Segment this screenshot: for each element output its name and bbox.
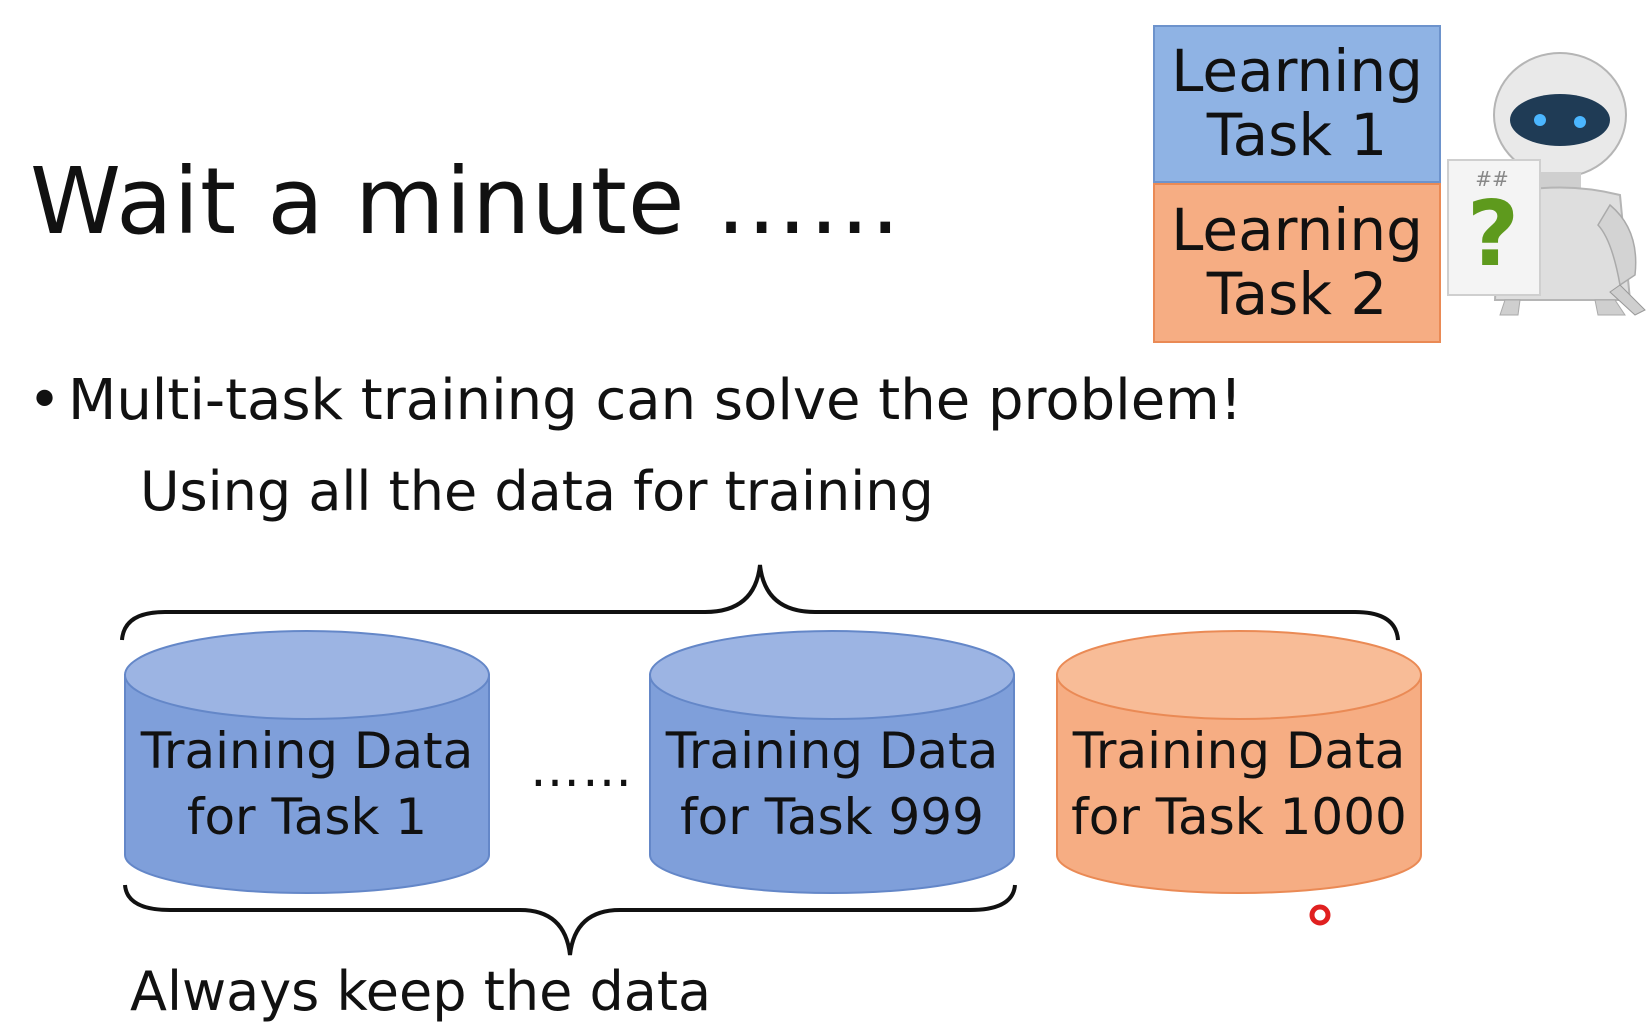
cylinder-1-line2: for Task 1 [186,788,428,846]
cylinder-1000-line1: Training Data [1072,722,1406,780]
bottom-caption: Always keep the data [130,960,712,1023]
cursor-icon [1309,904,1331,926]
ellipsis-text: …… [530,740,634,798]
cylinder-1000-line2: for Task 1000 [1071,788,1407,846]
cylinder-1-label: Training Data for Task 1 [125,718,489,850]
diagram [120,564,1422,956]
cylinder-1000-label: Training Data for Task 1000 [1057,718,1421,850]
cylinder-999-line1: Training Data [665,722,999,780]
cylinder-999-line2: for Task 999 [680,788,984,846]
cylinder-999-label: Training Data for Task 999 [650,718,1014,850]
top-brace [120,564,1400,641]
cylinder-1-line1: Training Data [140,722,474,780]
bottom-brace [123,884,1017,956]
